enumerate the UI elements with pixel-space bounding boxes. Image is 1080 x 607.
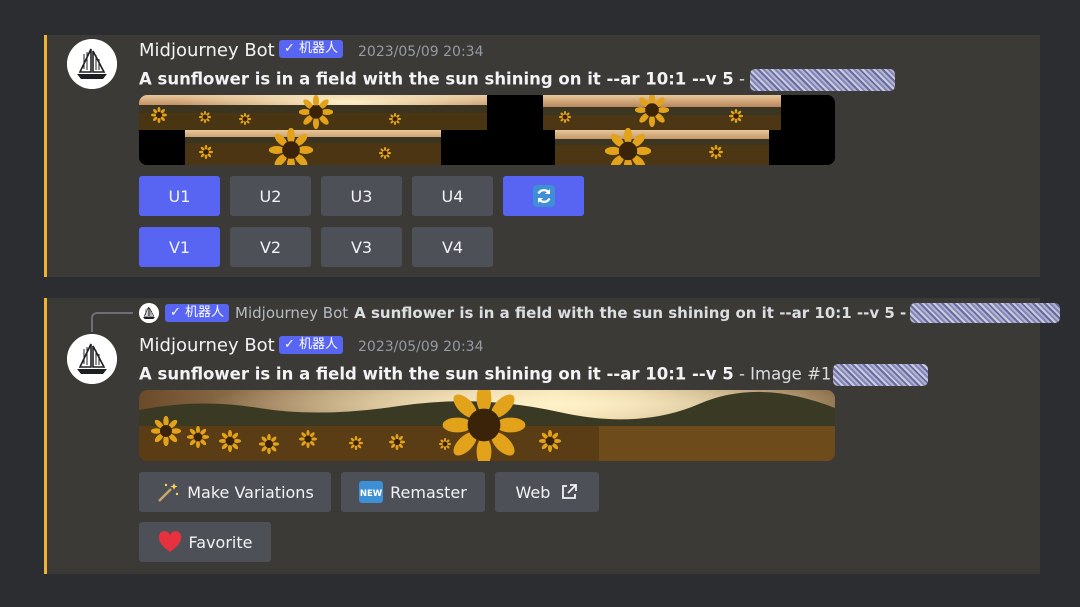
svg-text:NEW: NEW (360, 489, 383, 499)
upscale-3-button[interactable]: U3 (321, 176, 402, 216)
reply-author[interactable]: Midjourney Bot (235, 304, 348, 322)
prompt-text: A sunflower is in a field with the sun s… (139, 364, 929, 386)
upscaled-image[interactable] (139, 390, 835, 461)
favorite-button[interactable]: Favorite (139, 522, 271, 562)
redacted-mention (750, 69, 896, 91)
variation-1-button[interactable]: V1 (139, 227, 220, 267)
author-name[interactable]: Midjourney Bot (139, 40, 275, 61)
author-name[interactable]: Midjourney Bot (139, 335, 275, 356)
image-grid[interactable] (139, 95, 835, 165)
favorite-label: Favorite (188, 532, 253, 552)
web-label: Web (515, 482, 551, 502)
upscaled-artwork (139, 390, 835, 461)
make-variations-label: Make Variations (187, 482, 314, 502)
external-link-icon (560, 483, 578, 501)
new-badge-icon: NEW (359, 481, 384, 503)
upscale-2-button[interactable]: U2 (230, 176, 311, 216)
tile-4 (555, 128, 769, 165)
bot-avatar[interactable] (67, 334, 117, 384)
variation-4-button[interactable]: V4 (412, 227, 493, 267)
remaster-label: Remaster (390, 482, 467, 502)
reroll-button[interactable] (503, 176, 584, 216)
timestamp: 2023/05/09 20:34 (358, 44, 484, 60)
grid-artwork (139, 95, 835, 165)
message-upscaled: ✓ 机器人 Midjourney Bot A sunflower is in a… (44, 298, 1061, 574)
reply-reference[interactable]: ✓ 机器人 Midjourney Bot A sunflower is in a… (139, 303, 1061, 323)
upscale-1-button[interactable]: U1 (139, 176, 220, 216)
timestamp: 2023/05/09 20:34 (358, 339, 484, 355)
reply-connector (91, 312, 133, 332)
tile-1 (139, 95, 487, 130)
remaster-button[interactable]: NEW Remaster (341, 472, 485, 512)
make-variations-button[interactable]: Make Variations (139, 472, 331, 512)
refresh-icon (532, 185, 555, 207)
web-link-button[interactable]: Web (495, 472, 599, 512)
reply-avatar (139, 303, 159, 323)
variation-3-button[interactable]: V3 (321, 227, 402, 267)
tile-2 (543, 95, 781, 130)
prompt-suffix: - (733, 69, 751, 89)
bot-badge: ✓ 机器人 (279, 336, 344, 354)
bot-badge: ✓ 机器人 (279, 40, 344, 58)
magic-wand-icon (156, 481, 180, 503)
prompt-suffix: - Image #1 (733, 364, 832, 384)
reply-redacted-mention (910, 303, 1061, 323)
redacted-mention (833, 364, 929, 386)
upscale-4-button[interactable]: U4 (412, 176, 493, 216)
heart-icon (158, 531, 182, 553)
prompt-main: A sunflower is in a field with the sun s… (139, 69, 734, 89)
bot-avatar[interactable] (67, 39, 117, 89)
reply-bot-badge: ✓ 机器人 (165, 304, 230, 322)
prompt-text: A sunflower is in a field with the sun s… (139, 69, 896, 91)
prompt-main: A sunflower is in a field with the sun s… (139, 364, 734, 384)
reply-text: A sunflower is in a field with the sun s… (354, 304, 907, 322)
tile-3 (185, 128, 441, 165)
message-grid: Midjourney Bot ✓ 机器人 2023/05/09 20:34 A … (44, 35, 1040, 277)
variation-2-button[interactable]: V2 (230, 227, 311, 267)
